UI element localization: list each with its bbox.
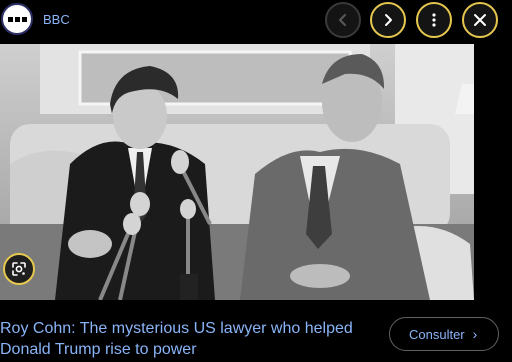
previous-button[interactable] [325,2,361,38]
visit-button-label: Consulter [409,326,465,342]
photo-illustration [0,44,474,300]
preview-image[interactable] [0,44,474,300]
close-icon [474,14,486,26]
more-vert-icon [432,13,436,27]
viewer-header: BBC [0,0,512,40]
source-name[interactable]: BBC [43,12,70,27]
chevron-right-icon [385,14,392,26]
result-title-link[interactable]: Roy Cohn: The mysterious US lawyer who h… [0,318,380,360]
bbc-logo-icon[interactable] [1,3,33,35]
google-lens-icon [12,262,26,276]
more-options-button[interactable] [416,2,452,38]
chevron-right-icon: › [472,326,478,342]
chevron-left-icon [339,14,346,26]
visit-button[interactable]: Consulter › [389,317,499,351]
next-button[interactable] [370,2,406,38]
google-lens-button[interactable] [3,253,35,285]
close-button[interactable] [462,2,498,38]
